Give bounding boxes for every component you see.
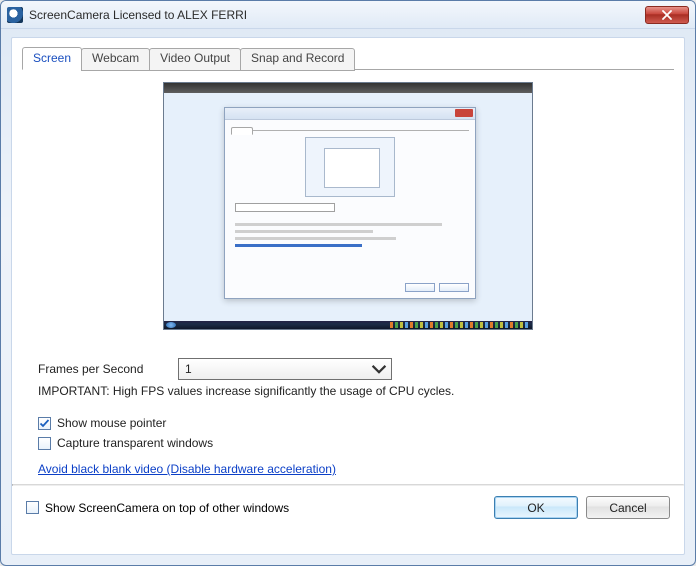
close-button[interactable] [645,6,689,24]
dialog-window: ScreenCamera Licensed to ALEX FERRI Scre… [0,0,696,566]
screen-preview [163,82,533,330]
fps-important-note: IMPORTANT: High FPS values increase sign… [38,384,658,398]
preview-taskbar [164,321,532,329]
preview-inner-tabs [231,123,469,131]
tab-label: Snap and Record [251,51,344,65]
tab-label: Webcam [92,51,139,65]
ok-button[interactable]: OK [494,496,578,519]
tab-screen[interactable]: Screen [22,47,82,70]
fps-select[interactable]: 1 [178,358,392,380]
chevron-down-icon [371,361,387,377]
tab-label: Screen [33,51,71,65]
show-on-top-label: Show ScreenCamera on top of other window… [45,501,289,515]
dialog-footer: Show ScreenCamera on top of other window… [12,486,684,529]
window-title: ScreenCamera Licensed to ALEX FERRI [29,8,645,22]
preview-top-frame [164,83,532,93]
close-icon [662,10,672,20]
tabstrip: Screen Webcam Video Output Snap and Reco… [12,38,684,69]
fps-value: 1 [185,362,192,376]
ok-button-label: OK [527,501,544,515]
screen-preview-wrap [38,82,658,330]
tab-snap-and-record[interactable]: Snap and Record [240,48,355,71]
preview-inner-thumb [305,137,395,197]
show-mouse-pointer-label: Show mouse pointer [57,416,166,430]
preview-inner-buttons [405,283,469,292]
cancel-button[interactable]: Cancel [586,496,670,519]
preview-inner-titlebar [225,108,475,120]
client-area: Screen Webcam Video Output Snap and Reco… [11,37,685,555]
cancel-button-label: Cancel [609,501,646,515]
disable-hw-accel-link[interactable]: Avoid black blank video (Disable hardwar… [38,462,336,476]
titlebar[interactable]: ScreenCamera Licensed to ALEX FERRI [1,1,695,29]
tab-body-screen: Frames per Second 1 IMPORTANT: High FPS … [12,70,684,484]
tab-video-output[interactable]: Video Output [149,48,241,71]
capture-transparent-label: Capture transparent windows [57,436,213,450]
tab-label: Video Output [160,51,230,65]
preview-inner-lines [235,223,465,247]
preview-tray-icons [390,322,530,328]
tab-webcam[interactable]: Webcam [81,48,150,71]
preview-inner-window [224,107,476,299]
check-icon [39,418,50,429]
show-on-top-checkbox[interactable] [26,501,39,514]
preview-inner-select [235,203,335,212]
app-icon [7,7,23,23]
capture-transparent-checkbox[interactable] [38,437,51,450]
screen-form: Frames per Second 1 IMPORTANT: High FPS … [38,358,658,476]
show-mouse-pointer-checkbox[interactable] [38,417,51,430]
fps-label: Frames per Second [38,362,178,376]
